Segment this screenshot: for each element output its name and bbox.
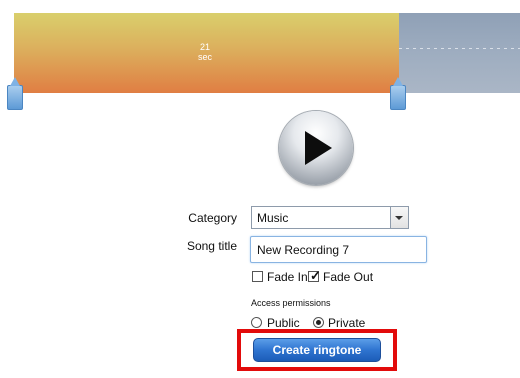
trim-end-handle[interactable] <box>390 77 406 110</box>
fade-in-checkbox[interactable] <box>252 271 263 282</box>
public-label: Public <box>267 316 300 330</box>
unselected-clip-region[interactable] <box>399 13 520 93</box>
chevron-down-icon[interactable] <box>390 207 408 228</box>
create-ringtone-button[interactable]: Create ringtone <box>253 338 381 362</box>
category-select[interactable]: Music <box>251 206 409 229</box>
song-title-input[interactable] <box>250 236 427 263</box>
play-icon <box>305 131 332 165</box>
radio-selected-dot <box>316 320 321 325</box>
waveform-line <box>399 48 520 49</box>
category-label: Category <box>188 211 237 225</box>
song-title-label: Song title <box>186 239 237 253</box>
checkmark-icon: ✓ <box>310 268 321 283</box>
duration-value: 21 <box>199 42 210 52</box>
duration-unit: sec <box>197 52 212 62</box>
clip-duration: 21 sec <box>185 42 225 62</box>
private-label: Private <box>328 316 366 330</box>
public-radio[interactable] <box>251 317 262 328</box>
fade-out-checkbox[interactable]: ✓ <box>308 268 321 283</box>
play-button[interactable] <box>279 111 353 185</box>
trim-start-handle[interactable] <box>7 77 23 110</box>
fade-out-label: Fade Out <box>323 270 374 284</box>
access-permissions-label: Access permissions <box>251 298 331 308</box>
category-value: Music <box>257 211 289 225</box>
private-radio[interactable] <box>313 317 324 328</box>
fade-in-label: Fade In <box>267 270 308 284</box>
